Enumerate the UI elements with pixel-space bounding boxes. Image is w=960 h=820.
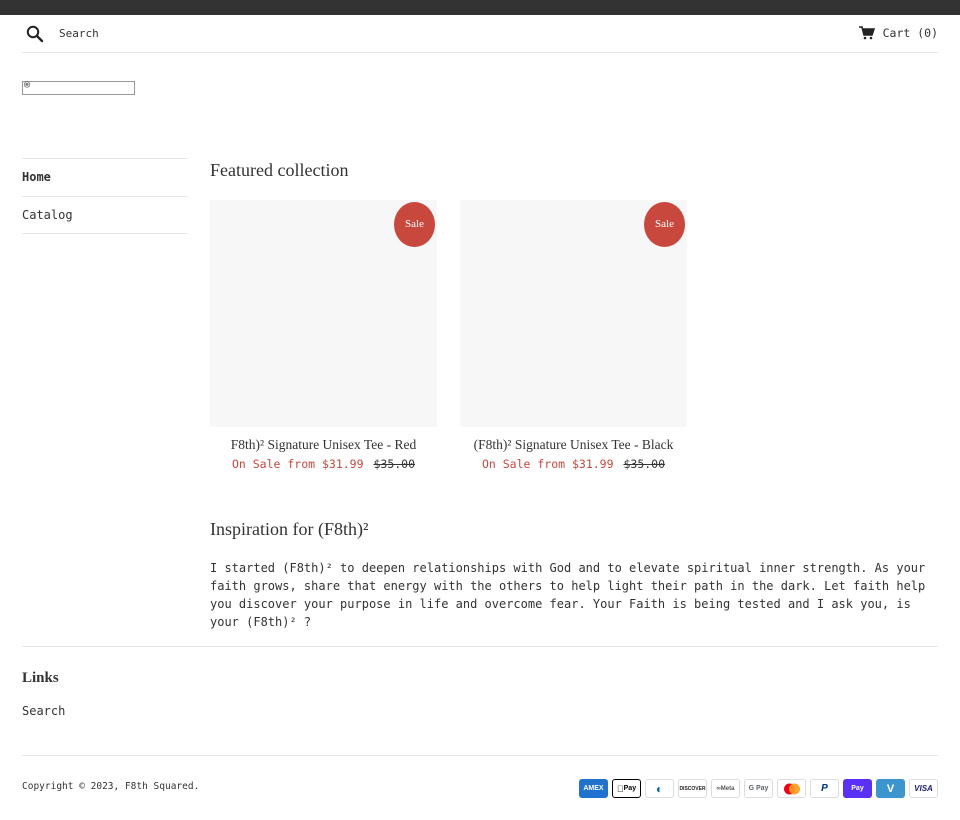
product-image[interactable]: Sale bbox=[460, 200, 687, 427]
site-logo[interactable]: ® bbox=[22, 80, 135, 95]
sale-badge: Sale bbox=[394, 202, 435, 247]
sale-badge: Sale bbox=[644, 202, 685, 247]
search-icon[interactable] bbox=[25, 24, 45, 44]
cart-link[interactable]: Cart (0) bbox=[858, 24, 938, 42]
product-price: On Sale from $31.99 $35.00 bbox=[210, 456, 437, 472]
sale-price: On Sale from $31.99 bbox=[481, 457, 614, 471]
sidebar-item-catalog[interactable]: Catalog bbox=[22, 196, 188, 234]
paypal-icon: P bbox=[810, 779, 839, 798]
compare-price: $35.00 bbox=[623, 457, 666, 471]
footer-link-search[interactable]: Search bbox=[22, 704, 65, 718]
visa-icon: VISA bbox=[909, 779, 938, 798]
compare-price: $35.00 bbox=[373, 457, 416, 471]
site-header: Cart (0) bbox=[22, 15, 938, 53]
product-title[interactable]: F8th)² Signature Unisex Tee - Red bbox=[210, 437, 437, 453]
product-image[interactable]: Sale bbox=[210, 200, 437, 427]
sidebar-nav: Home Catalog bbox=[22, 158, 188, 234]
meta-pay-icon: ∞Meta bbox=[711, 779, 740, 798]
venmo-icon: V bbox=[876, 779, 905, 798]
search-input[interactable] bbox=[59, 24, 309, 42]
product-title[interactable]: (F8th)² Signature Unisex Tee - Black bbox=[460, 437, 687, 453]
inspiration-text: I started (F8th)² to deepen relationship… bbox=[210, 561, 926, 629]
cart-icon bbox=[858, 26, 875, 40]
product-card[interactable]: Sale (F8th)² Signature Unisex Tee - Blac… bbox=[460, 200, 687, 472]
product-price: On Sale from $31.99 $35.00 bbox=[460, 456, 687, 472]
payment-icons: AMEX Pay ◐ DISCOVER ∞Meta G Pay P Pay V… bbox=[579, 779, 938, 798]
product-card[interactable]: Sale F8th)² Signature Unisex Tee - Red O… bbox=[210, 200, 437, 472]
announcement-bar bbox=[0, 0, 960, 15]
footer-links-title: Links bbox=[22, 670, 59, 686]
cart-label: Cart (0) bbox=[882, 26, 938, 40]
sale-price: On Sale from $31.99 bbox=[231, 457, 364, 471]
sidebar-item-home[interactable]: Home bbox=[22, 158, 188, 196]
footer-bottom-divider bbox=[22, 755, 938, 756]
google-pay-icon: G Pay bbox=[744, 779, 773, 798]
shop-pay-icon: Pay bbox=[843, 779, 872, 798]
discover-icon: DISCOVER bbox=[678, 779, 707, 798]
copyright-text: Copyright © 2023, F8th Squared. bbox=[22, 781, 200, 792]
logo-glyph: ® bbox=[24, 80, 31, 91]
inspiration-title: Inspiration for (F8th)² bbox=[210, 519, 369, 539]
diners-club-icon: ◐ bbox=[645, 779, 674, 798]
mastercard-icon bbox=[777, 779, 806, 798]
american-express-icon: AMEX bbox=[579, 779, 608, 798]
apple-pay-label: Pay bbox=[620, 785, 636, 792]
footer-divider bbox=[22, 646, 938, 647]
mastercard-circles bbox=[783, 783, 800, 794]
apple-pay-icon: Pay bbox=[612, 779, 641, 798]
featured-collection-title: Featured collection bbox=[210, 160, 349, 180]
